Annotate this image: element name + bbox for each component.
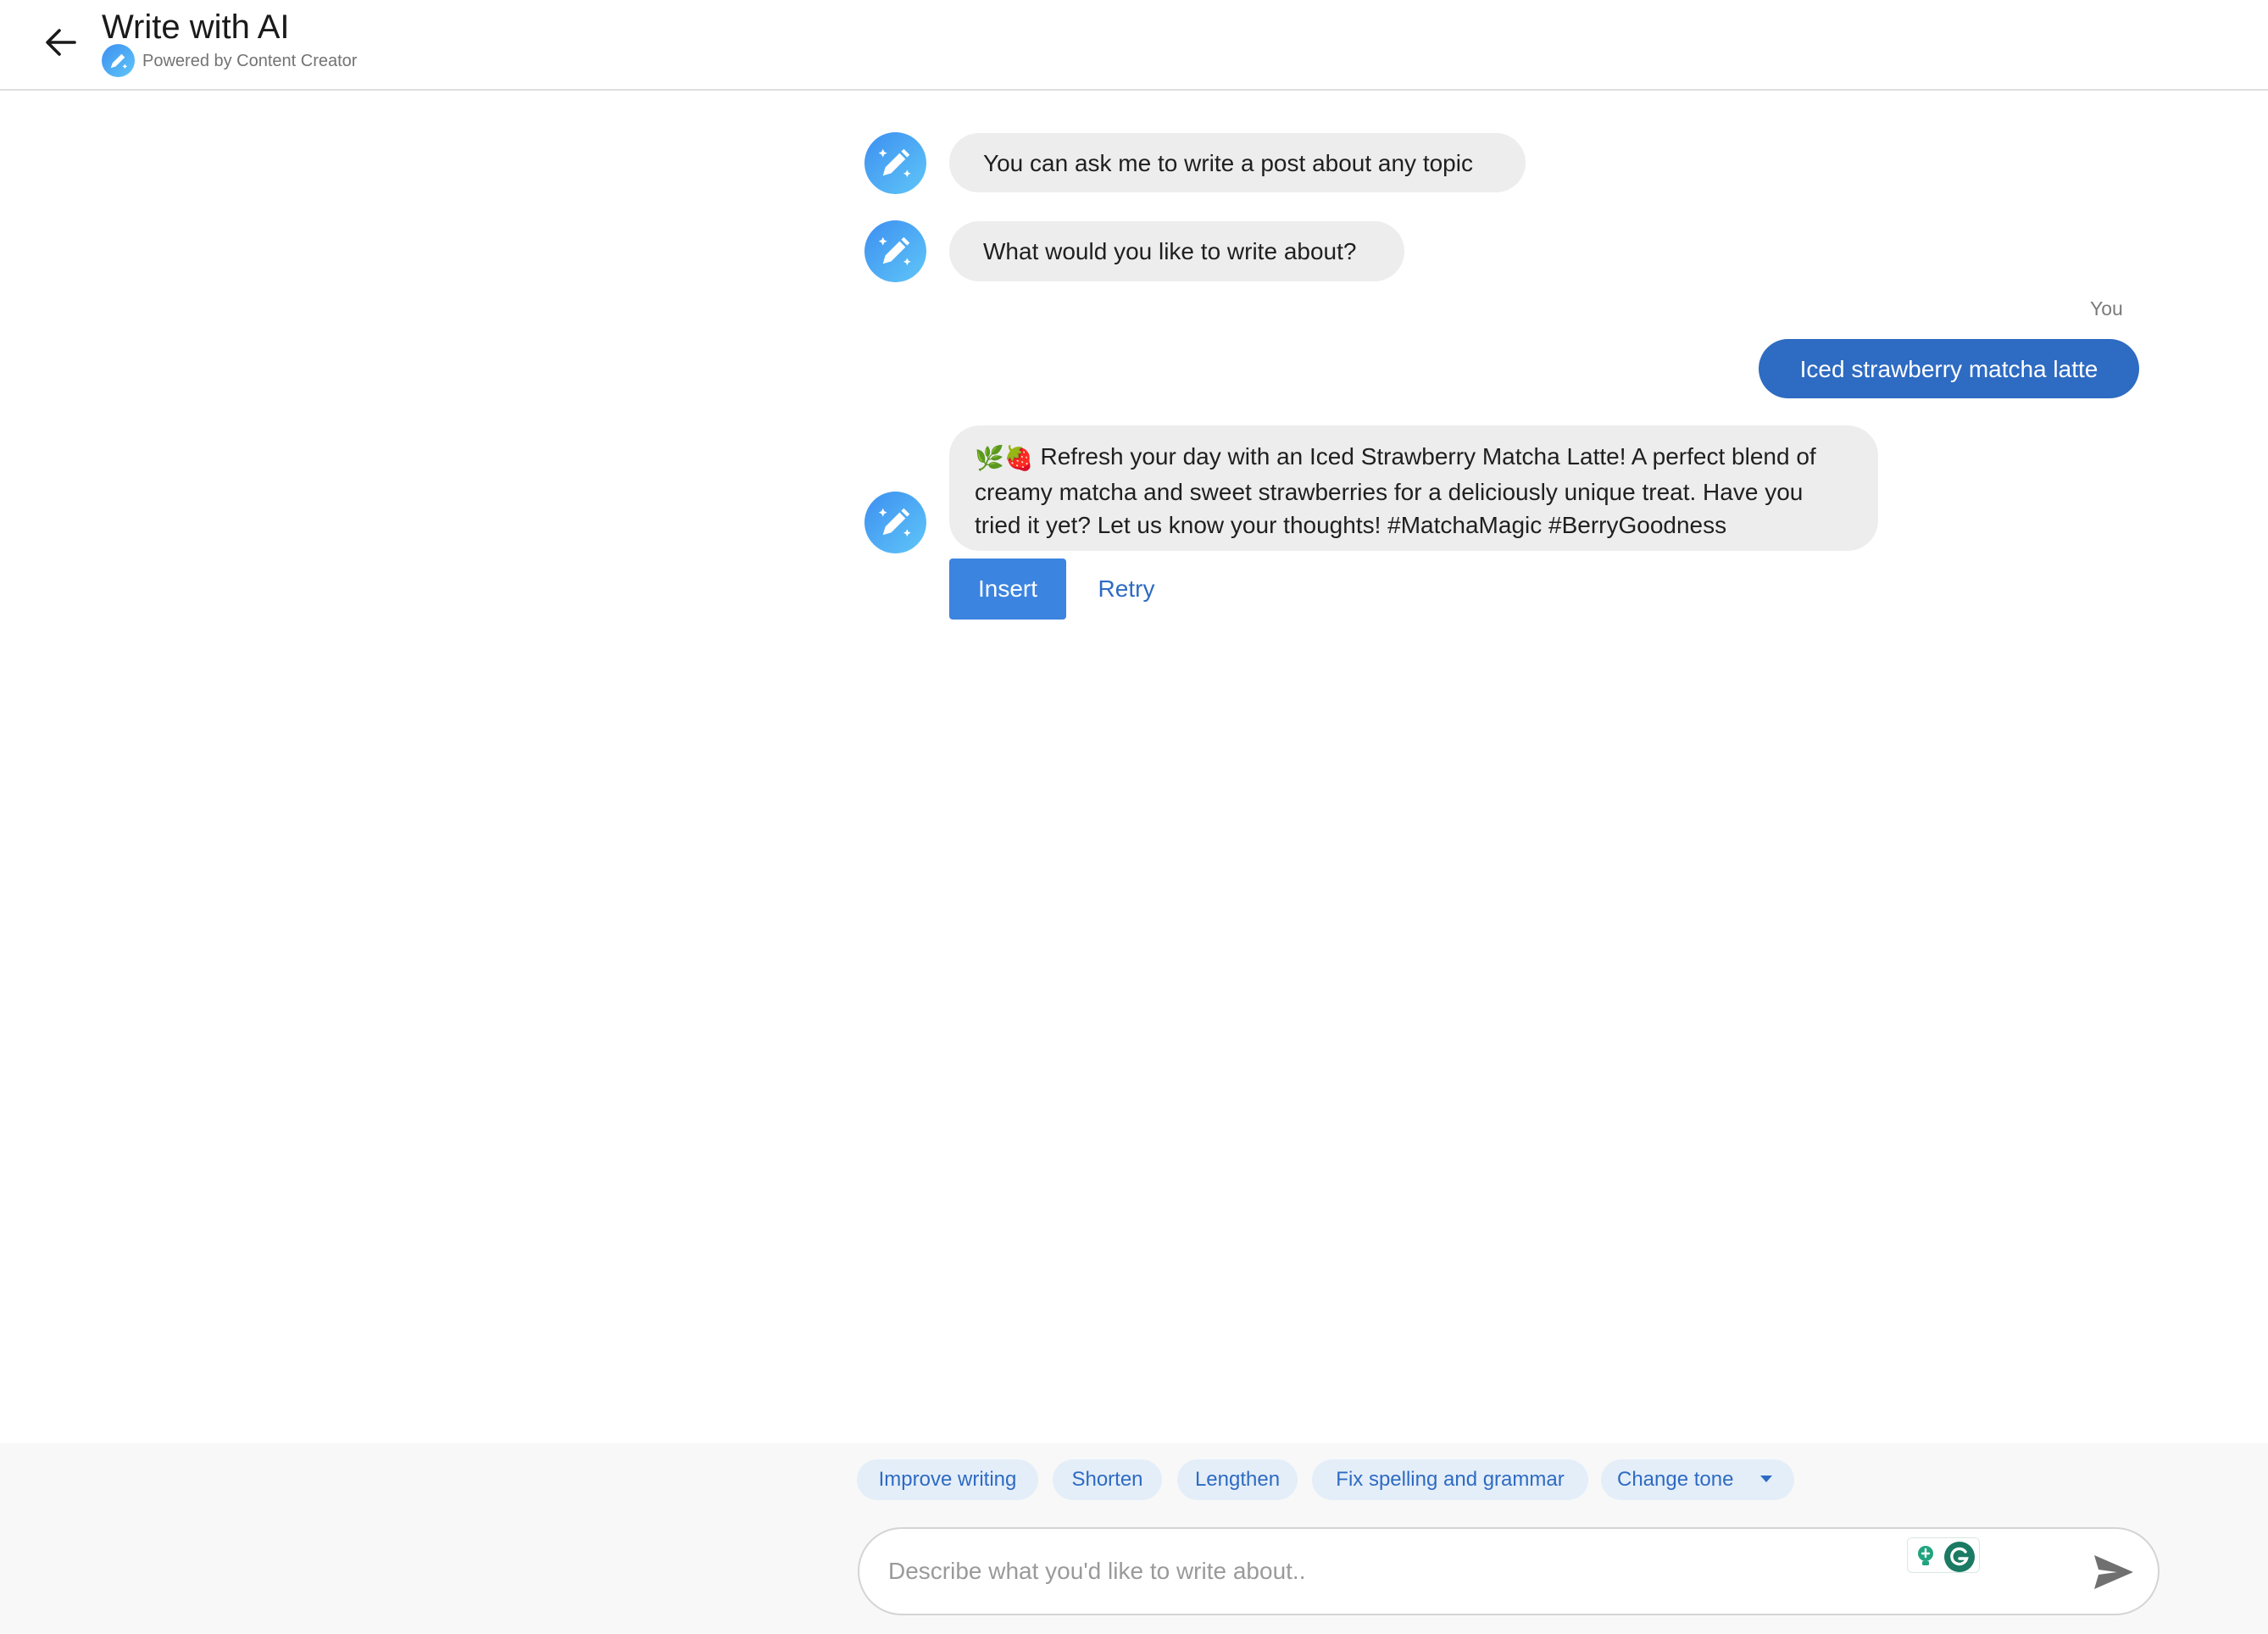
back-button[interactable] [37,19,85,66]
lengthen-chip[interactable]: Lengthen [1177,1459,1298,1500]
change-tone-label: Change tone [1617,1468,1734,1491]
insert-button[interactable]: Insert [949,559,1066,620]
chevron-down-icon [1760,1476,1772,1482]
user-message: Iced strawberry matcha latte [1759,339,2139,398]
page-title: Write with AI [102,8,290,46]
fix-spelling-grammar-chip[interactable]: Fix spelling and grammar [1312,1459,1588,1500]
improve-writing-chip[interactable]: Improve writing [857,1459,1038,1500]
arrow-left-icon [46,29,76,56]
post-emoji: 🌿🍓 [975,445,1034,471]
composer-box [858,1527,2160,1615]
generated-post-message: 🌿🍓 Refresh your day with an Iced Strawbe… [949,425,1878,551]
retry-button[interactable]: Retry [1081,559,1171,620]
assistant-message: You can ask me to write a post about any… [949,133,1526,192]
content-creator-logo-icon [102,44,135,77]
generated-post-text: Refresh your day with an Iced Strawberry… [975,443,1816,538]
powered-by-label: Powered by Content Creator [142,52,358,70]
change-tone-dropdown[interactable]: Change tone [1601,1459,1794,1500]
app-header: Write with AI Powered by Content Creator [0,0,2268,91]
assistant-message: What would you like to write about? [949,221,1404,281]
lightbulb-icon [1918,1546,1933,1565]
grammar-extension-widget[interactable] [1907,1537,1980,1573]
sender-label: You [2090,297,2123,320]
send-icon[interactable] [2092,1552,2136,1592]
grammarly-icon [1944,1542,1975,1572]
assistant-avatar-icon [864,220,926,282]
shorten-chip[interactable]: Shorten [1053,1459,1162,1500]
assistant-avatar-icon [864,132,926,194]
prompt-input[interactable] [887,1549,1887,1593]
assistant-avatar-icon [864,492,926,553]
